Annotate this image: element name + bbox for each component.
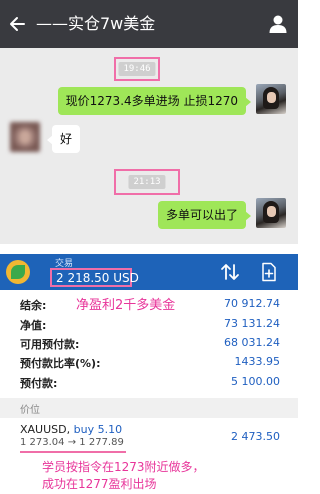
- row-label: 结余:: [20, 299, 47, 312]
- message-timestamp: 21:13: [128, 175, 166, 189]
- open-price: 1 273.04: [20, 437, 65, 448]
- chat-header: ——实仓7w美金: [0, 0, 298, 48]
- row-value: 68 031.24: [224, 336, 280, 349]
- incoming-message[interactable]: 好: [46, 125, 81, 153]
- row-value: 5 100.00: [231, 375, 280, 388]
- section-label: 价位: [20, 405, 40, 416]
- current-price: 1 277.89: [79, 437, 124, 448]
- positions-section-header: 价位: [0, 398, 298, 418]
- position-side: buy 5.10: [73, 423, 123, 436]
- self-avatar[interactable]: [256, 198, 286, 228]
- row-label: 预付款比率(%):: [20, 357, 101, 370]
- contact-avatar[interactable]: [10, 122, 40, 152]
- position-symbol: XAUUSD,: [20, 423, 71, 436]
- profit-annotation: 净盈利2千多美金: [76, 298, 176, 313]
- position-prices: 1 273.04 → 1 277.89: [20, 437, 124, 448]
- position-symbol-line: XAUUSD, buy 5.10: [20, 423, 122, 436]
- position-profit: 2 473.50: [231, 430, 280, 443]
- row-value: 73 131.24: [224, 317, 280, 330]
- caption-line: 成功在1277盈利出场: [42, 477, 157, 491]
- timestamp-highlight: 19:46: [114, 57, 160, 81]
- back-arrow-icon[interactable]: [8, 14, 28, 34]
- row-label: 预付款:: [20, 377, 58, 390]
- outgoing-message[interactable]: 现价1273.4多单进场 止损1270: [57, 87, 252, 115]
- account-row-free-margin: 可用预付款: 68 031.24: [0, 335, 298, 352]
- new-order-icon[interactable]: [260, 262, 278, 282]
- chat-message-area[interactable]: 19:46 现价1273.4多单进场 止损1270 好 21:13 多单可以出了: [0, 48, 298, 244]
- row-label: 净值:: [20, 319, 47, 332]
- account-row-equity: 净值: 73 131.24: [0, 316, 298, 333]
- row-value: 1433.95: [234, 355, 281, 368]
- chat-title: ——实仓7w美金: [36, 14, 156, 33]
- message-timestamp: 19:46: [118, 62, 156, 76]
- sort-icon[interactable]: [220, 262, 240, 282]
- account-row-margin-level: 预付款比率(%): 1433.95: [0, 354, 298, 371]
- row-value: 70 912.74: [224, 297, 280, 310]
- caption-annotation: 学员按指令在1273附近做多， 成功在1277盈利出场: [42, 459, 205, 493]
- account-row-margin: 预付款: 5 100.00: [0, 374, 298, 391]
- self-avatar[interactable]: [256, 84, 286, 114]
- outgoing-message[interactable]: 多单可以出了: [157, 201, 252, 229]
- price-arrow: →: [67, 437, 77, 448]
- price-underline-highlight: [20, 451, 126, 453]
- timestamp-highlight: 21:13: [114, 169, 180, 195]
- caption-line: 学员按指令在1273附近做多，: [42, 460, 205, 474]
- trade-header: 交易 2 218.50 USD: [0, 254, 298, 290]
- balance-highlight: 2 218.50 USD: [50, 268, 139, 287]
- account-balance: 2 218.50 USD: [56, 271, 139, 285]
- user-profile-icon[interactable]: [268, 14, 288, 34]
- app-logo-icon: [6, 260, 30, 284]
- row-label: 可用预付款:: [20, 338, 80, 351]
